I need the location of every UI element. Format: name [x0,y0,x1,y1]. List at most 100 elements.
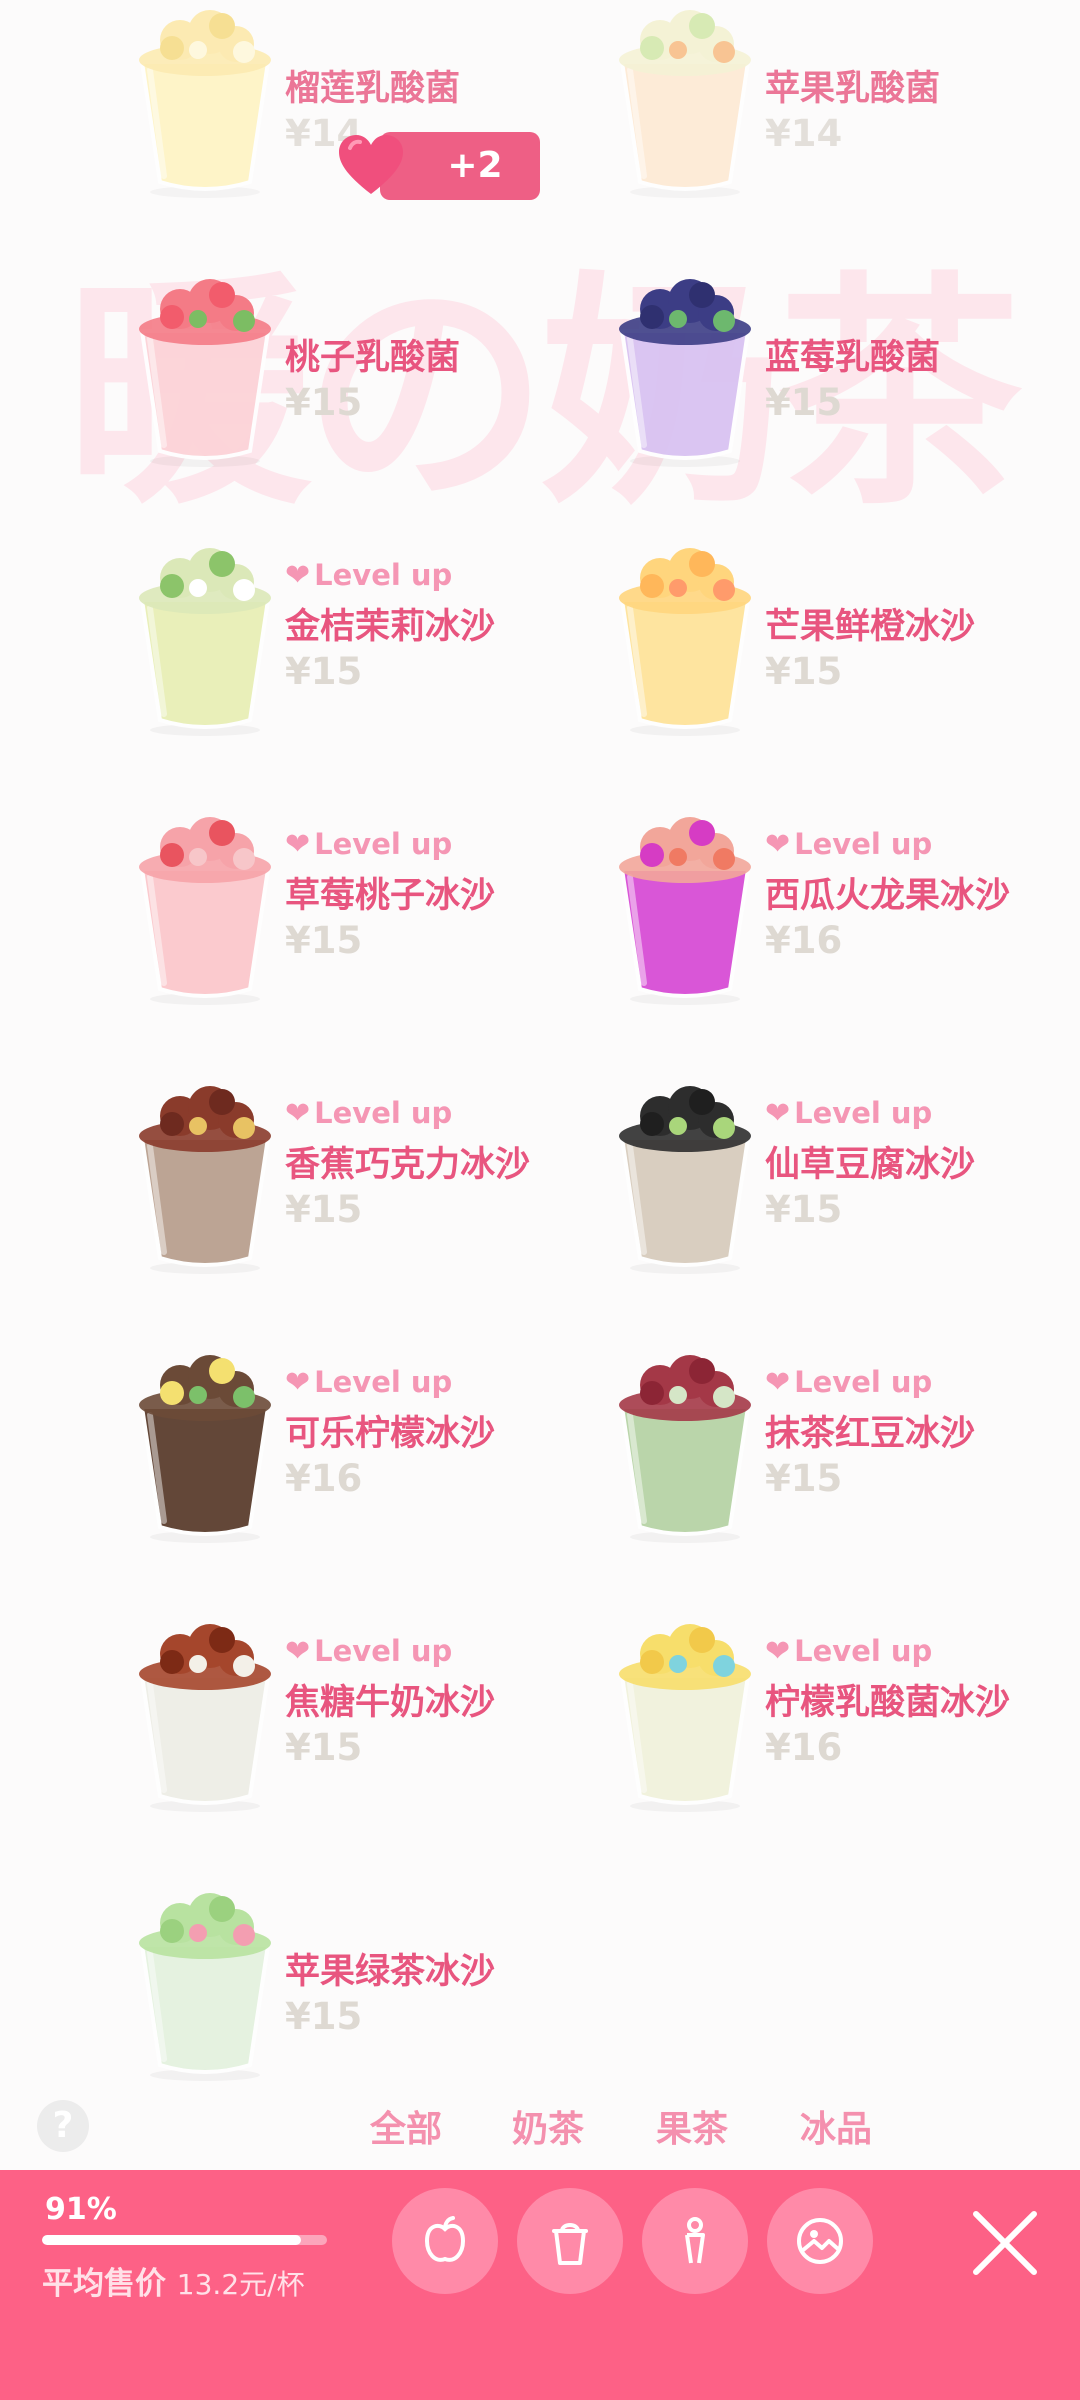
close-icon [973,2211,1037,2275]
level-up-badge: ❤ Level up [285,827,452,862]
drink-name: 苹果乳酸菌 [765,69,941,109]
drink-image [590,269,780,469]
progress-text: 91% [45,2192,117,2227]
level-up-label: Level up [314,1634,453,1668]
level-up-label: Level up [794,1365,933,1399]
drink-cup-icon [619,1624,751,1812]
drink-item[interactable]: ❤ Level up 西瓜火龙果冰沙 ¥16 [590,807,1080,1057]
progress-bar [42,2235,327,2245]
average-price-value: 13.2元/杯 [176,2268,305,2301]
drink-item[interactable]: 蓝莓乳酸菌 ¥15 [590,269,1080,519]
heart-icon: ❤ [765,1096,791,1131]
level-up-label: Level up [314,1365,453,1399]
drink-item[interactable]: ❤ Level up 可乐柠檬冰沙 ¥16 [110,1345,630,1595]
level-up-badge: ❤ Level up [285,1634,452,1669]
drink-item[interactable]: ❤ Level up 柠檬乳酸菌冰沙 ¥16 [590,1614,1080,1864]
drink-price: ¥15 [765,650,843,693]
drink-name: 香蕉巧克力冰沙 [285,1145,531,1185]
apple-button[interactable] [392,2188,498,2294]
drink-cup-icon [619,548,751,736]
person-icon [685,2217,705,2264]
drink-cup-icon [139,1624,271,1812]
category-tabs: 全部 奶茶 果茶 冰品 [0,2100,1080,2156]
level-up-label: Level up [314,1096,453,1130]
drink-item[interactable]: 桃子乳酸菌 ¥15 [110,269,630,519]
drink-item[interactable]: 苹果乳酸菌 ¥14 [590,0,1080,250]
drink-price: ¥15 [765,1457,843,1500]
heart-icon: ❤ [765,1365,791,1400]
drink-price: ¥15 [285,381,363,424]
drink-item[interactable]: ❤ Level up 草莓桃子冰沙 ¥15 [110,807,630,1057]
drink-cup-icon [619,10,751,191]
drink-price: ¥15 [285,1188,363,1231]
drink-name: 西瓜火龙果冰沙 [765,876,1011,916]
drink-item[interactable]: 榴莲乳酸菌 ¥14 [110,0,630,250]
tab-ice[interactable]: 冰品 [800,2100,872,2152]
drink-image [110,269,300,469]
drink-cup-icon [619,1355,751,1543]
drink-image [110,1076,300,1276]
drink-cup-icon [619,817,751,1005]
drink-cup-icon [139,548,271,736]
drink-cup-icon [139,817,271,1005]
drink-cup-icon [619,1086,751,1274]
person-button[interactable] [642,2188,748,2294]
drink-cup-icon [139,1086,271,1274]
drink-item[interactable]: ❤ Level up 香蕉巧克力冰沙 ¥15 [110,1076,630,1326]
level-up-badge: ❤ Level up [765,827,932,862]
level-up-label: Level up [314,558,453,592]
drink-image [110,0,300,200]
level-up-badge: ❤ Level up [765,1634,932,1669]
heart-icon: ❤ [285,1365,311,1400]
drink-item[interactable]: ❤ Level up 抹茶红豆冰沙 ¥15 [590,1345,1080,1595]
drink-image [110,807,300,1007]
progress-fill [42,2235,302,2245]
drink-name: 可乐柠檬冰沙 [285,1414,496,1454]
heart-icon: ❤ [285,1634,311,1669]
tab-all[interactable]: 全部 [370,2100,442,2152]
drink-image [590,807,780,1007]
level-up-badge: ❤ Level up [285,1096,452,1131]
drink-price: ¥16 [765,919,843,962]
drink-cup-icon [139,1893,271,2081]
tab-milk-tea[interactable]: 奶茶 [512,2100,584,2152]
heart-icon: ❤ [765,827,791,862]
close-button[interactable] [970,2208,1040,2278]
heart-icon: ❤ [285,827,311,862]
drink-name: 苹果绿茶冰沙 [285,1952,496,1992]
drink-name: 柠檬乳酸菌冰沙 [765,1683,1011,1723]
average-price: 平均售价 13.2元/杯 [42,2258,305,2303]
heart-reward-popup: +2 [335,130,540,202]
level-up-label: Level up [794,1634,933,1668]
drink-price: ¥14 [765,112,843,155]
drink-price: ¥15 [285,650,363,693]
level-up-badge: ❤ Level up [765,1096,932,1131]
drink-item[interactable]: 苹果绿茶冰沙 ¥15 [110,1883,630,2133]
drink-image [110,538,300,738]
drink-price: ¥15 [285,919,363,962]
heart-icon [339,135,403,194]
drink-item[interactable]: 芒果鲜橙冰沙 ¥15 [590,538,1080,788]
drink-name: 金桔茉莉冰沙 [285,607,496,647]
level-up-label: Level up [794,827,933,861]
drink-price: ¥15 [285,1726,363,1769]
drink-image [110,1883,300,2083]
tab-fruit-tea[interactable]: 果茶 [656,2100,728,2152]
drink-item[interactable]: ❤ Level up 仙草豆腐冰沙 ¥15 [590,1076,1080,1326]
drink-price: ¥15 [765,381,843,424]
image-button[interactable] [767,2188,873,2294]
apple-icon [424,2216,466,2262]
bottom-bar: 91% 平均售价 13.2元/杯 [0,2170,1080,2400]
drink-name: 抹茶红豆冰沙 [765,1414,976,1454]
level-up-badge: ❤ Level up [765,1365,932,1400]
drink-image [110,1614,300,1814]
drink-item[interactable]: ❤ Level up 焦糖牛奶冰沙 ¥15 [110,1614,630,1864]
drink-price: ¥15 [285,1995,363,2038]
drink-item[interactable]: ❤ Level up 金桔茉莉冰沙 ¥15 [110,538,630,788]
cup-button[interactable] [517,2188,623,2294]
level-up-label: Level up [314,827,453,861]
level-up-label: Level up [794,1096,933,1130]
drink-price: ¥15 [765,1188,843,1231]
level-up-badge: ❤ Level up [285,558,452,593]
level-up-badge: ❤ Level up [285,1365,452,1400]
